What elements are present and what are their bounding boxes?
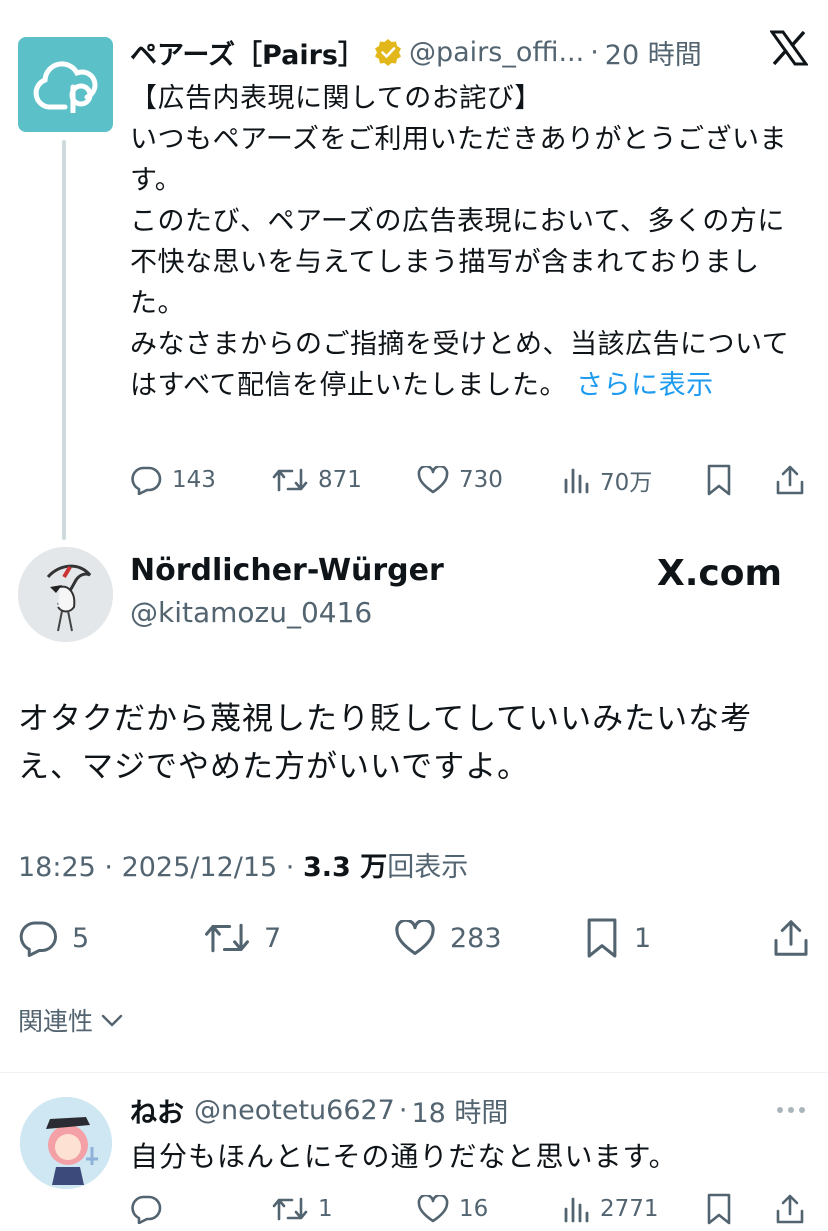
repost-icon — [272, 468, 308, 492]
like-button[interactable]: 730 — [417, 458, 503, 502]
quoted-tweet-header: ペアーズ［Pairs］ @pairs_offi... · 20 時間 — [130, 30, 750, 74]
quoted-line-2: いつもペアーズをご利用いただきありがとうございます。 — [130, 124, 788, 196]
show-more-link[interactable]: さらに表示 — [576, 370, 714, 401]
like-count: 730 — [459, 467, 503, 493]
repost-icon — [205, 923, 249, 953]
sort-relevance-dropdown[interactable]: 関連性 — [18, 1002, 125, 1038]
views-label: 回表示 — [387, 852, 469, 883]
main-reply-count: 5 — [72, 922, 90, 954]
reply-author-name[interactable]: ねお — [130, 1091, 184, 1130]
main-repost-button[interactable]: 7 — [204, 912, 281, 964]
quoted-author-handle[interactable]: @pairs_offi... — [409, 37, 584, 68]
heart-icon — [417, 466, 449, 494]
reply-like-count: 16 — [459, 1196, 489, 1222]
reply-icon — [131, 1195, 162, 1224]
separator-dot: · — [590, 36, 599, 68]
quoted-line-3: このたび、ペアーズの広告表現において、多くの方に不快な思いを与えてしまう描写が含… — [130, 206, 785, 319]
reply-header: ねお @neotetu6627 · 18 時間 — [130, 1090, 508, 1130]
heart-icon — [395, 920, 435, 955]
bookmark-icon — [707, 1193, 731, 1225]
reply-repost-count: 1 — [318, 1196, 333, 1222]
reply-text: 自分もほんとにその通りだなと思います。 — [130, 1140, 678, 1173]
reply-repost-button[interactable]: 1 — [272, 1187, 333, 1231]
quoted-line-1: 【広告内表現に関してのお詫び】 — [130, 83, 542, 114]
main-repost-count: 7 — [264, 922, 282, 954]
main-bookmark-count: 1 — [634, 922, 652, 954]
tweet-text: オタクだから蔑視したり貶してしていいみたいな考え、マジでやめた方がいいですよ。 — [18, 701, 753, 785]
main-action-bar: 5 7 283 1 — [18, 912, 818, 964]
repost-icon — [272, 1197, 308, 1221]
tweet-meta: 18:25 · 2025/12/15 · 3.3 万回表示 — [18, 852, 469, 883]
main-share-button[interactable] — [772, 912, 824, 964]
pairs-avatar[interactable] — [18, 37, 113, 132]
views-count: 70万 — [600, 470, 653, 496]
reply-views-button[interactable]: 2771 — [562, 1187, 659, 1231]
tweet-date[interactable]: 2025/12/15 — [122, 852, 278, 883]
share-button[interactable] — [775, 458, 815, 502]
reply-avatar[interactable] — [20, 1097, 112, 1189]
sort-label: 関連性 — [18, 1007, 94, 1036]
reply-icon — [131, 466, 162, 495]
analytics-icon — [564, 1197, 589, 1223]
repost-count: 871 — [318, 467, 362, 493]
analytics-icon — [564, 468, 589, 494]
source-label: X.com — [657, 553, 783, 594]
share-icon — [774, 920, 808, 956]
character-avatar-icon — [20, 1097, 112, 1189]
reply-count: 143 — [172, 467, 216, 493]
main-like-count: 283 — [450, 922, 502, 954]
author-name[interactable]: Nördlicher-Würger — [130, 553, 444, 588]
reply-author-handle[interactable]: @neotetu6627 — [194, 1095, 395, 1126]
author-handle[interactable]: @kitamozu_0416 — [130, 596, 372, 629]
quoted-action-bar: 143 871 730 70万 — [130, 458, 810, 502]
reply-bookmark-button[interactable] — [705, 1187, 743, 1231]
bookmark-icon — [587, 918, 617, 958]
quoted-author-name[interactable]: ペアーズ［Pairs］ — [130, 33, 365, 72]
tweet-time[interactable]: 18:25 — [18, 852, 96, 883]
more-options-icon[interactable] — [775, 1095, 807, 1125]
reply-button[interactable]: 143 — [130, 458, 216, 502]
heart-icon — [417, 1195, 449, 1223]
cloud-p-logo-icon — [33, 61, 97, 113]
bookmark-icon — [707, 464, 731, 496]
repost-button[interactable]: 871 — [272, 458, 362, 502]
divider — [0, 1072, 828, 1073]
quoted-timestamp[interactable]: 20 時間 — [605, 33, 702, 72]
quoted-line-4: みなさまからのご指摘を受けとめ、当該広告についてはすべて配信を停止いたしました。… — [130, 329, 790, 401]
verified-badge-icon[interactable] — [373, 37, 403, 67]
share-icon — [776, 465, 804, 495]
reply-icon — [19, 921, 57, 957]
share-icon — [776, 1194, 804, 1224]
crane-avatar-icon — [18, 547, 113, 642]
reply-views-count: 2771 — [600, 1196, 659, 1222]
reply-reply-button[interactable] — [130, 1187, 172, 1231]
quoted-tweet-body: 【広告内表現に関してのお詫び】 いつもペアーズをご利用いただきありがとうございま… — [130, 78, 805, 406]
reply-action-bar: 1 16 2771 — [130, 1187, 810, 1227]
reply-like-button[interactable]: 16 — [417, 1187, 488, 1231]
reply-timestamp[interactable]: 18 時間 — [411, 1091, 508, 1130]
author-avatar[interactable] — [18, 547, 113, 642]
main-reply-button[interactable]: 5 — [18, 912, 89, 964]
thread-line — [62, 140, 66, 540]
views-total: 3.3 万 — [302, 852, 388, 883]
chevron-down-icon — [101, 1014, 123, 1027]
views-button[interactable]: 70万 — [562, 458, 652, 502]
x-logo-icon[interactable] — [770, 30, 810, 70]
main-bookmark-button[interactable]: 1 — [584, 912, 651, 964]
bookmark-button[interactable] — [705, 458, 743, 502]
main-like-button[interactable]: 283 — [394, 912, 502, 964]
reply-share-button[interactable] — [775, 1187, 815, 1231]
